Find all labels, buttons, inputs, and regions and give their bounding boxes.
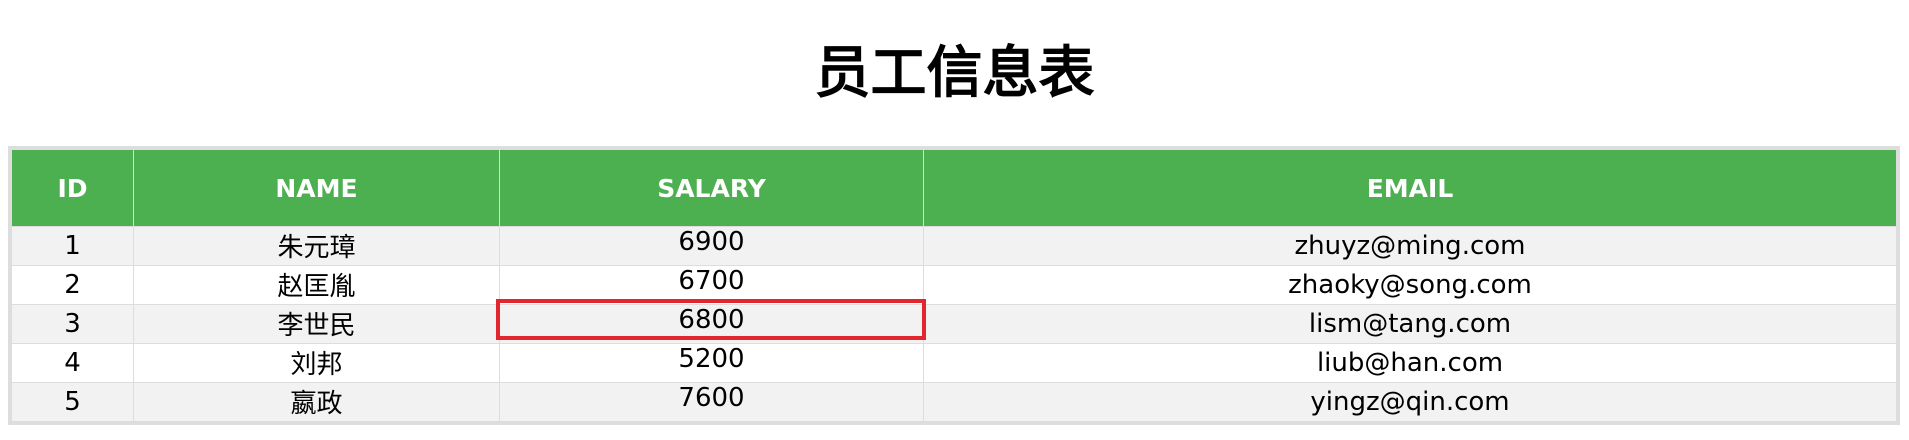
cell-name[interactable]: 刘邦 [133,343,500,383]
cell-email[interactable]: lism@tang.com [923,304,1897,344]
cell-salary-selected[interactable]: 6800 [499,304,924,344]
header-email[interactable]: EMAIL [923,149,1897,227]
table-row[interactable]: 5 嬴政 7600 yingz@qin.com [11,382,1897,422]
cell-email[interactable]: liub@han.com [923,343,1897,383]
cell-name[interactable]: 赵匡胤 [133,265,500,305]
employee-table: ID NAME SALARY EMAIL 1 朱元璋 6900 zhuyz@mi… [8,146,1900,425]
cell-id[interactable]: 3 [11,304,134,344]
cell-id[interactable]: 2 [11,265,134,305]
cell-salary[interactable]: 5200 [499,343,924,383]
cell-name[interactable]: 嬴政 [133,382,500,422]
header-id[interactable]: ID [11,149,134,227]
page-title: 员工信息表 [814,41,1095,106]
cell-id[interactable]: 1 [11,226,134,266]
cell-email[interactable]: zhuyz@ming.com [923,226,1897,266]
table-row[interactable]: 4 刘邦 5200 liub@han.com [11,343,1897,383]
cell-salary[interactable]: 7600 [499,382,924,422]
header-salary[interactable]: SALARY [499,149,924,227]
cell-id[interactable]: 4 [11,343,134,383]
cell-name[interactable]: 朱元璋 [133,226,500,266]
header-name[interactable]: NAME [133,149,500,227]
cell-name[interactable]: 李世民 [133,304,500,344]
cell-id[interactable]: 5 [11,382,134,422]
cell-email[interactable]: zhaoky@song.com [923,265,1897,305]
table-row[interactable]: 1 朱元璋 6900 zhuyz@ming.com [11,226,1897,266]
table-header-row: ID NAME SALARY EMAIL [11,149,1897,227]
cell-email[interactable]: yingz@qin.com [923,382,1897,422]
cell-salary[interactable]: 6900 [499,226,924,266]
table-row[interactable]: 3 李世民 6800 lism@tang.com [11,304,1897,344]
cell-salary[interactable]: 6700 [499,265,924,305]
table-row[interactable]: 2 赵匡胤 6700 zhaoky@song.com [11,265,1897,305]
